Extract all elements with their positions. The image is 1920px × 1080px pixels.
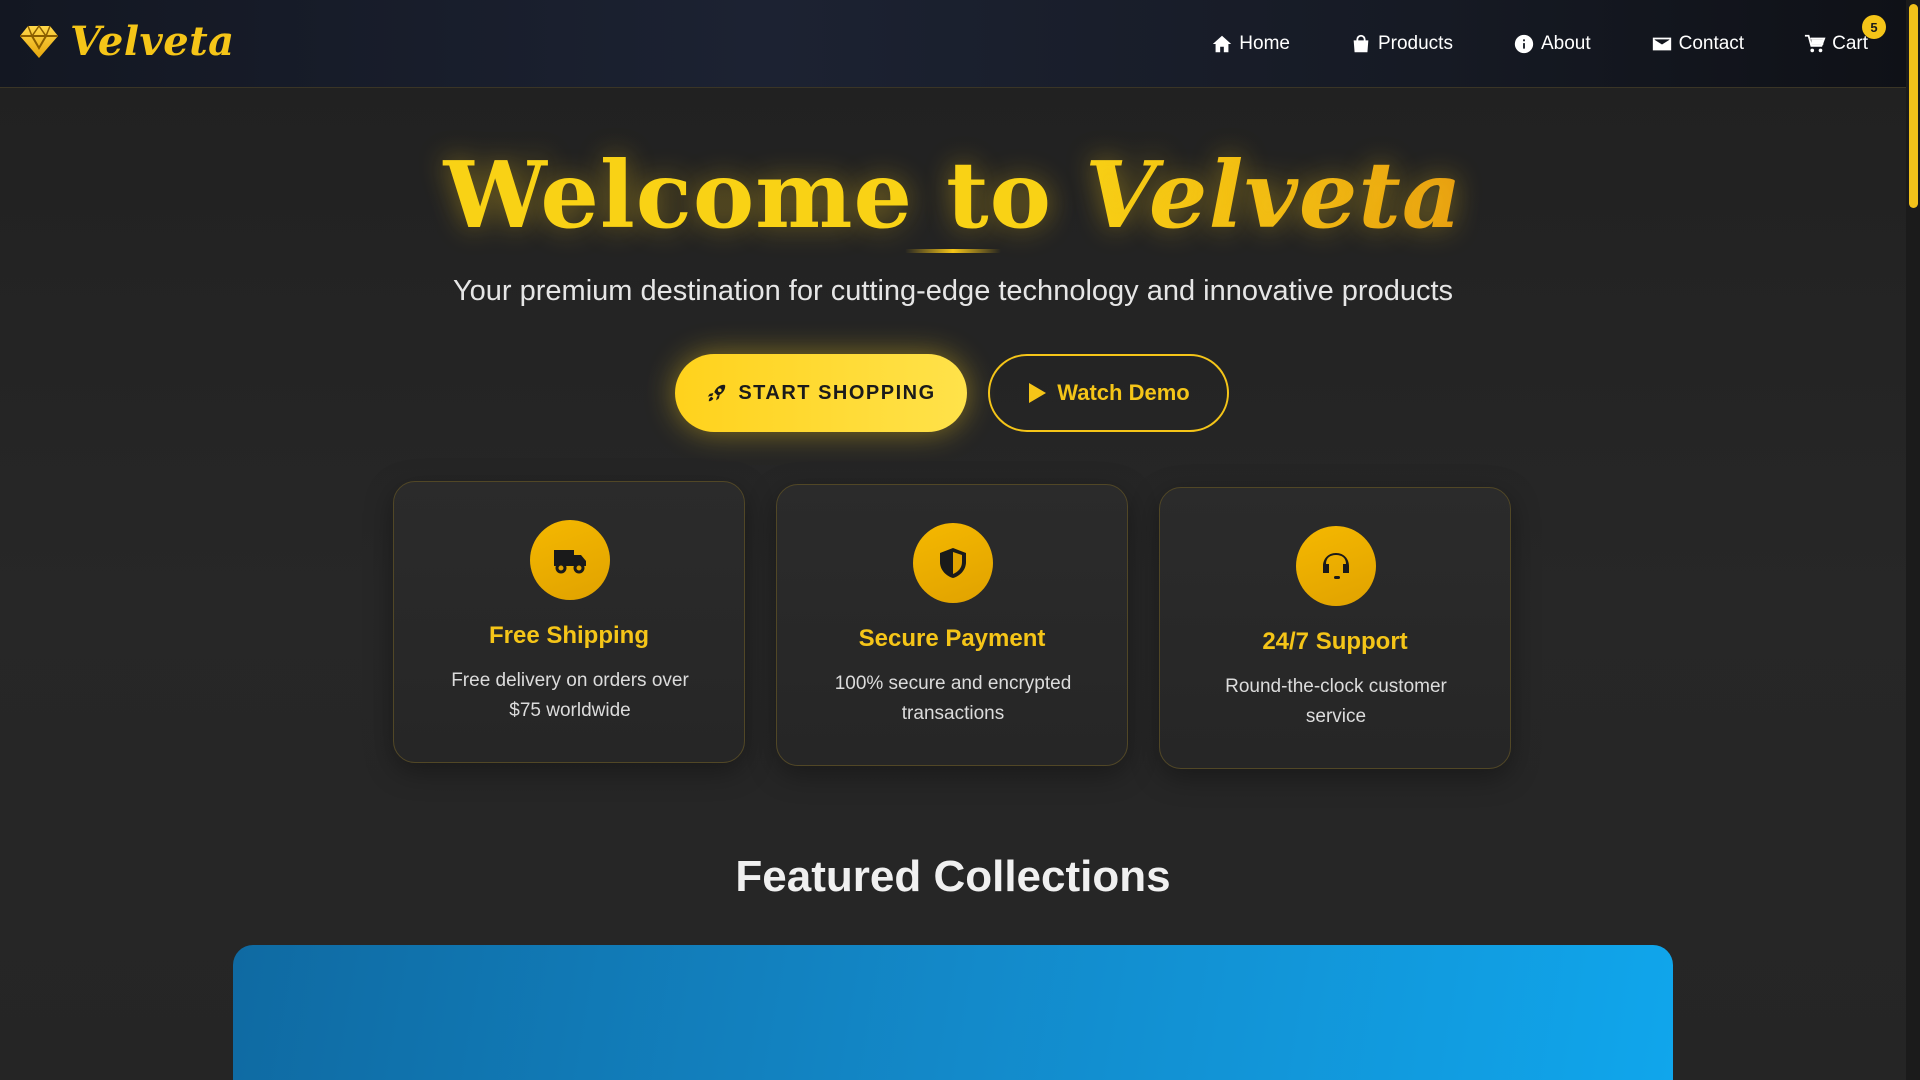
title-underline <box>905 249 1001 253</box>
info-icon <box>1514 34 1534 54</box>
nav-link-products-label: Products <box>1377 33 1453 54</box>
featured-collection-banner[interactable] <box>233 945 1673 1080</box>
featured-collections-title: Featured Collections <box>735 852 1171 901</box>
envelope-icon <box>1652 37 1671 51</box>
hero-subtitle: Your premium destination for cutting-edg… <box>452 275 1454 307</box>
scrollbar-thumb[interactable] <box>1909 4 1918 208</box>
nav-link-cart-label: Cart <box>1832 33 1868 54</box>
nav-link-products[interactable]: Products <box>1350 33 1453 55</box>
brand-logo-link[interactable]: Velveta <box>18 18 235 66</box>
feature-title: 24/7 Support <box>1262 628 1408 655</box>
feature-text: Round-the-clock customer service <box>1225 676 1447 727</box>
feature-text: Free delivery on orders over $75 worldwi… <box>451 670 689 721</box>
shield-icon <box>940 548 966 578</box>
feature-card-payment: Secure Payment 100% secure and encrypted… <box>776 484 1128 766</box>
headset-icon <box>1323 553 1349 579</box>
start-shopping-label: START SHOPPING <box>738 381 936 404</box>
feature-icon-circle <box>530 520 610 600</box>
watch-demo-button[interactable]: Watch Demo <box>988 354 1229 432</box>
nav-link-cart[interactable]: Cart 5 <box>1804 15 1886 55</box>
hero-title: Welcome to Velveta <box>0 140 1906 250</box>
hero-title-prefix: Welcome to <box>443 141 1085 249</box>
feature-icon-circle <box>1296 526 1376 606</box>
nav-link-contact-label: Contact <box>1678 33 1745 54</box>
nav-link-contact[interactable]: Contact <box>1651 33 1744 55</box>
hero-title-accent: Velveta <box>1084 141 1463 249</box>
cart-icon <box>1805 34 1826 53</box>
cart-count-badge: 5 <box>1862 15 1886 39</box>
feature-title: Secure Payment <box>858 625 1046 652</box>
play-icon <box>1029 383 1047 403</box>
nav-links: Home Products About Contact Cart 5 <box>1211 0 1906 88</box>
nav-link-about[interactable]: About <box>1513 33 1591 55</box>
feature-card-support: 24/7 Support Round-the-clock customer se… <box>1159 487 1511 769</box>
brand-name: Velveta <box>70 18 235 65</box>
page: Velveta Home Products About Contact Cart <box>0 0 1920 1080</box>
start-shopping-button[interactable]: START SHOPPING <box>675 354 967 432</box>
feature-text: 100% secure and encrypted transactions <box>834 673 1072 724</box>
feature-icon-circle <box>913 523 993 603</box>
shopping-bag-icon <box>1353 34 1369 53</box>
nav-link-about-label: About <box>1540 33 1591 54</box>
feature-card-shipping: Free Shipping Free delivery on orders ov… <box>393 481 745 763</box>
gem-icon <box>20 24 58 58</box>
home-icon <box>1213 35 1232 53</box>
nav-link-home[interactable]: Home <box>1211 33 1290 55</box>
truck-icon <box>554 550 586 574</box>
navbar: Velveta Home Products About Contact Cart <box>0 0 1906 88</box>
scrollbar-track[interactable] <box>1906 0 1920 1080</box>
feature-title: Free Shipping <box>488 622 649 649</box>
watch-demo-label: Watch Demo <box>1057 380 1190 405</box>
nav-link-home-label: Home <box>1239 33 1290 54</box>
rocket-icon <box>708 384 726 402</box>
